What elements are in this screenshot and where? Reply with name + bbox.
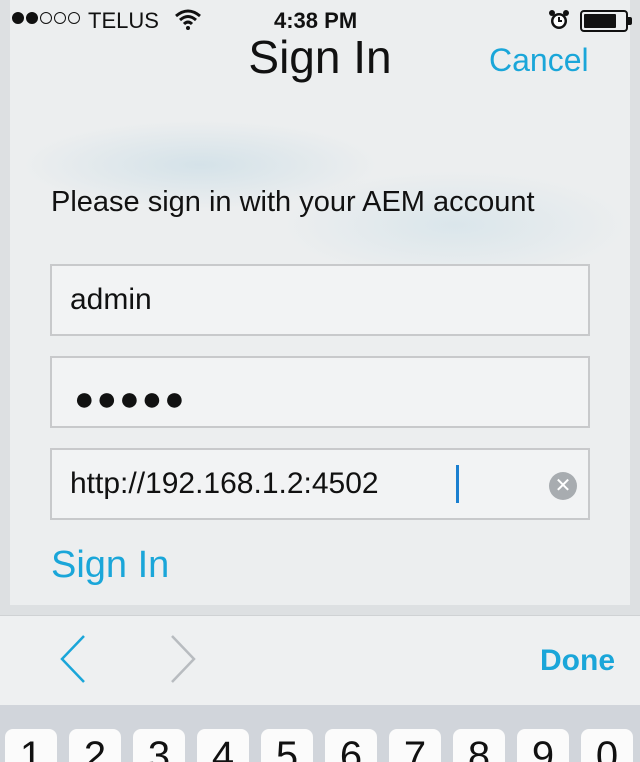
key[interactable]: 7 <box>389 729 441 762</box>
key[interactable]: 0 <box>581 729 633 762</box>
text-cursor <box>456 465 459 503</box>
keyboard-accessory-bar: Done <box>0 615 640 705</box>
key[interactable]: 3 <box>133 729 185 762</box>
carrier-name: TELUS <box>88 8 159 33</box>
battery-tip <box>628 17 632 25</box>
clear-text-icon[interactable]: ✕ <box>549 472 577 500</box>
server-url-field[interactable]: ✕ <box>50 448 590 520</box>
next-field-icon[interactable] <box>168 634 198 684</box>
signal-dot <box>40 12 52 24</box>
signal-dot <box>54 12 66 24</box>
key[interactable]: 9 <box>517 729 569 762</box>
key[interactable]: 6 <box>325 729 377 762</box>
sign-in-prompt: Please sign in with your AEM account <box>51 186 535 218</box>
signal-dot <box>12 12 24 24</box>
username-field[interactable] <box>50 264 590 336</box>
key[interactable]: 2 <box>69 729 121 762</box>
password-field[interactable]: ●●●●● <box>50 356 590 428</box>
key[interactable]: 4 <box>197 729 249 762</box>
key[interactable]: 8 <box>453 729 505 762</box>
alarm-icon <box>549 10 569 29</box>
wifi-icon <box>175 9 201 30</box>
username-input[interactable] <box>70 266 550 334</box>
keyboard: 1 2 3 4 5 6 7 8 9 0 <box>0 705 640 762</box>
signal-dot <box>68 12 80 24</box>
signal-dot <box>26 12 38 24</box>
page-title: Sign In <box>248 31 392 83</box>
server-url-input[interactable] <box>70 450 550 518</box>
previous-field-icon[interactable] <box>58 634 88 684</box>
key[interactable]: 5 <box>261 729 313 762</box>
key[interactable]: 1 <box>5 729 57 762</box>
battery-icon <box>580 10 632 32</box>
cancel-button[interactable]: Cancel <box>489 42 589 79</box>
signal-strength-icon <box>12 12 80 24</box>
battery-level <box>584 14 616 28</box>
password-input[interactable]: ●●●●● <box>74 380 187 419</box>
done-button[interactable]: Done <box>540 644 615 678</box>
sign-in-button[interactable]: Sign In <box>51 544 169 587</box>
